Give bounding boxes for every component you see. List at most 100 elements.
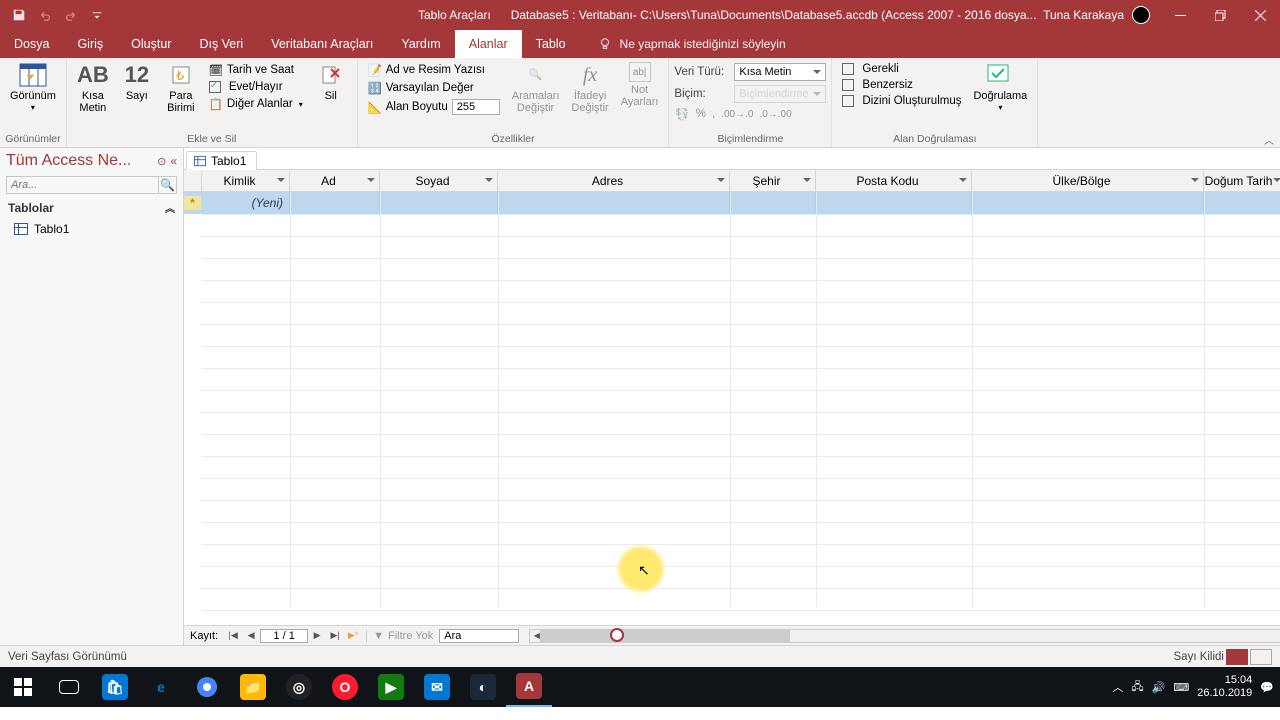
nav-header[interactable]: Tüm Access Ne... ⊙ « — [0, 148, 183, 174]
filter-icon: ▼ — [373, 630, 384, 642]
indexed-checkbox[interactable]: Dizini Oluşturulmuş — [838, 94, 965, 108]
window-restore[interactable] — [1200, 0, 1240, 30]
tab-home[interactable]: Giriş — [63, 30, 117, 58]
undo-button[interactable] — [34, 4, 56, 26]
media-button[interactable]: ▶ — [368, 667, 414, 707]
document-tab[interactable]: Tablo1 — [186, 151, 257, 170]
name-caption-button[interactable]: 📝Ad ve Resim Yazısı — [364, 62, 504, 78]
nav-collapse-icon[interactable]: « — [170, 154, 177, 168]
access-button[interactable]: A — [506, 667, 552, 707]
quick-access-toolbar — [0, 4, 108, 26]
datetime-button[interactable]: 🗓Tarih ve Saat — [205, 62, 307, 78]
statusbar: Veri Sayfası Görünümü Sayı Kilidi — [0, 645, 1280, 667]
recnav-first[interactable]: |◀ — [224, 627, 242, 645]
tab-database-tools[interactable]: Veritabanı Araçları — [257, 30, 387, 58]
datasheet-view-button[interactable] — [1226, 649, 1248, 665]
delete-field-button[interactable]: Sil — [309, 60, 353, 104]
scroll-thumb[interactable] — [540, 630, 790, 642]
window-close[interactable] — [1240, 0, 1280, 30]
steam-button[interactable]: ◐ — [460, 667, 506, 707]
language-icon[interactable]: ⌨ — [1173, 681, 1189, 694]
save-button[interactable] — [8, 4, 30, 26]
taskbar: 🛍 e 📁 ◎ O ▶ ✉ ◐ A ︿ 🖧 🔊 ⌨ 15:04 26.10.20… — [0, 667, 1280, 707]
view-button[interactable]: Görünüm ▾ — [4, 60, 62, 115]
column-header[interactable]: Soyad — [380, 170, 498, 191]
currency-button[interactable]: ₺ Para Birimi — [159, 60, 203, 116]
user-panel[interactable]: Tuna Karakaya — [1043, 6, 1160, 24]
recnav-filter[interactable]: ▼Filtre Yok — [366, 630, 439, 642]
datasheet-view-icon — [17, 62, 49, 88]
unique-checkbox[interactable]: Benzersiz — [838, 78, 965, 92]
number-button[interactable]: 12 Sayı — [115, 60, 159, 104]
tab-fields[interactable]: Alanlar — [455, 30, 522, 58]
svg-text:₺: ₺ — [176, 68, 184, 83]
collapse-group-icon[interactable]: ︽ — [165, 200, 175, 215]
nav-table-item[interactable]: Tablo1 — [0, 219, 183, 239]
recnav-next[interactable]: ▶ — [308, 627, 326, 645]
network-icon[interactable]: 🖧 — [1131, 678, 1143, 697]
required-checkbox[interactable]: Gerekli — [838, 62, 965, 76]
table-icon — [14, 223, 28, 235]
tab-help[interactable]: Yardım — [387, 30, 454, 58]
search-icon[interactable]: 🔍 — [158, 177, 176, 193]
obs-button[interactable]: ◎ — [276, 667, 322, 707]
more-fields-button[interactable]: 📋Diğer Alanlar▾ — [205, 96, 307, 112]
recnav-position[interactable]: 1 / 1 — [260, 629, 308, 643]
mail-button[interactable]: ✉ — [414, 667, 460, 707]
tab-create[interactable]: Oluştur — [117, 30, 185, 58]
validation-button[interactable]: Doğrulama ▾ — [967, 60, 1033, 115]
edge-button[interactable]: e — [138, 667, 184, 707]
column-header[interactable]: Posta Kodu — [816, 170, 972, 191]
nav-search[interactable]: 🔍 — [6, 176, 177, 194]
datatype-combo[interactable]: Kısa Metin — [734, 63, 826, 81]
tab-external-data[interactable]: Dış Veri — [185, 30, 257, 58]
recnav-search[interactable] — [439, 629, 519, 643]
nav-filter-icon[interactable]: ⊙ — [157, 155, 166, 168]
column-header[interactable]: Kimlik — [202, 170, 290, 191]
collapse-ribbon-button[interactable]: ︿ — [1264, 132, 1274, 147]
column-header[interactable]: Adres — [498, 170, 730, 191]
tray-expand-icon[interactable]: ︿ — [1112, 679, 1123, 695]
qat-customize-button[interactable] — [86, 4, 108, 26]
volume-icon[interactable]: 🔊 — [1152, 681, 1166, 694]
opera-button[interactable]: O — [322, 667, 368, 707]
store-button[interactable]: 🛍 — [92, 667, 138, 707]
select-all-cell[interactable] — [184, 170, 202, 191]
system-tray[interactable]: ︿ 🖧 🔊 ⌨ 15:04 26.10.2019 💬 — [1112, 674, 1280, 700]
notifications-icon[interactable]: 💬 — [1260, 681, 1274, 694]
horizontal-scrollbar[interactable]: ◀ ▶ — [529, 629, 1280, 643]
column-headers: KimlikAdSoyadAdresŞehirPosta KoduÜlke/Bö… — [184, 170, 1280, 192]
edge-icon: e — [148, 674, 174, 700]
datasheet-body[interactable]: * (Yeni) ↖ — [184, 192, 1280, 625]
tab-file[interactable]: Dosya — [0, 30, 63, 58]
ribbon: Görünüm ▾ Görünümler AB Kısa Metin 12 Sa… — [0, 58, 1280, 148]
column-header[interactable]: Doğum Tarih — [1204, 170, 1280, 191]
tab-table[interactable]: Tablo — [522, 30, 580, 58]
redo-button[interactable] — [60, 4, 82, 26]
column-header[interactable]: Ülke/Bölge — [972, 170, 1204, 191]
taskview-button[interactable] — [46, 667, 92, 707]
start-button[interactable] — [0, 667, 46, 707]
nav-group-tables[interactable]: Tablolar ︽ — [0, 196, 183, 219]
workspace: Tüm Access Ne... ⊙ « 🔍 Tablolar ︽ Tablo1… — [0, 148, 1280, 645]
chrome-button[interactable] — [184, 667, 230, 707]
nav-search-input[interactable] — [7, 177, 158, 193]
clock[interactable]: 15:04 26.10.2019 — [1197, 674, 1252, 700]
field-size-input[interactable]: 255 — [452, 99, 500, 115]
default-value-button[interactable]: 🔢Varsayılan Değer — [364, 80, 504, 96]
recnav-last[interactable]: ▶| — [326, 627, 344, 645]
column-header[interactable]: Ad — [290, 170, 380, 191]
folder-icon: 📁 — [240, 674, 266, 700]
window-minimize[interactable] — [1160, 0, 1200, 30]
design-view-button[interactable] — [1250, 649, 1272, 665]
recnav-new[interactable]: ▶* — [344, 627, 362, 645]
short-text-button[interactable]: AB Kısa Metin — [71, 60, 115, 116]
explorer-button[interactable]: 📁 — [230, 667, 276, 707]
recnav-prev[interactable]: ◀ — [242, 627, 260, 645]
access-icon: A — [516, 673, 542, 699]
navigation-pane: Tüm Access Ne... ⊙ « 🔍 Tablolar ︽ Tablo1 — [0, 148, 184, 645]
column-header[interactable]: Şehir — [730, 170, 816, 191]
group-properties: 📝Ad ve Resim Yazısı 🔢Varsayılan Değer 📐 … — [358, 58, 670, 147]
tell-me[interactable]: Ne yapmak istediğinizi söyleyin — [580, 30, 786, 58]
yesno-button[interactable]: Evet/Hayır — [205, 80, 307, 94]
